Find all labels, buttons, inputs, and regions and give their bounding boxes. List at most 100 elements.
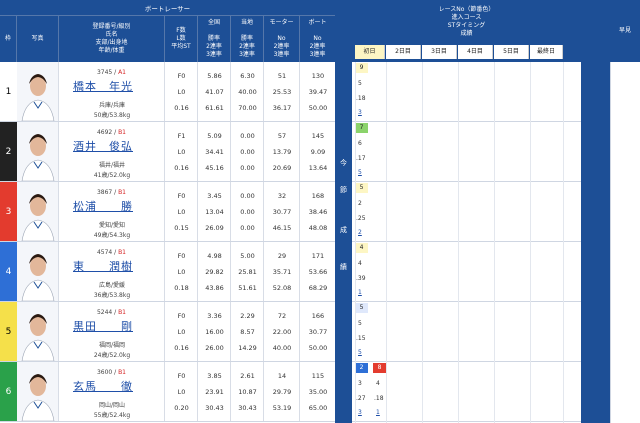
header-national: 全国 勝率 2連率 3連率 — [198, 16, 231, 62]
nat-value-1: 3.85 — [207, 372, 222, 380]
mot-stats: 51 25.53 36.17 — [264, 62, 300, 121]
racer-row: 6 3600 / B1 玄馬 徹 岡山/岡山 55歳/52.4kg F0 L0 … — [0, 362, 640, 422]
nat-value-2: 23.91 — [205, 388, 224, 396]
grid-line — [458, 62, 459, 423]
racer-id: 3745 / A1 — [96, 69, 126, 76]
racer-id: 4574 / B1 — [96, 249, 126, 256]
racer-age-weight: 36歳/53.8kg — [93, 292, 131, 299]
racer-photo[interactable] — [17, 122, 59, 181]
avg-st: 0.16 — [174, 344, 189, 352]
mot-value-1: 51 — [277, 72, 287, 80]
header-racer-sub: 登録番号/級別 氏名 支部/出身地 年齢/体重 — [59, 16, 165, 62]
st-day1: .17 — [356, 155, 366, 162]
racer-branch: 愛知/愛知 — [98, 222, 126, 229]
header-boat: ボート No 2連率 3連率 — [308, 19, 327, 58]
mot-stats: 29 35.71 52.08 — [264, 242, 300, 301]
mot-value-2: 35.71 — [272, 268, 292, 276]
mot-value-3: 20.69 — [272, 164, 292, 172]
result-day1b-link[interactable]: 1 — [376, 409, 380, 416]
mot-stats: 72 22.00 40.00 — [264, 302, 300, 361]
st-day1: .18 — [356, 95, 366, 102]
avg-st: 0.16 — [174, 164, 189, 172]
race-no-day1: 7 — [355, 123, 368, 133]
loc-value-1: 5.00 — [240, 252, 255, 260]
racer-name-link[interactable]: 松浦 勝 — [73, 198, 133, 214]
result-day1-link[interactable]: 2 — [358, 229, 362, 236]
loc-stats: 0.00 0.00 0.00 — [231, 182, 264, 241]
st-stats: F0 L0 0.16 — [165, 62, 198, 121]
racer-class: B1 — [118, 129, 126, 136]
day-4: 4日目 — [458, 45, 493, 59]
racer-name-link[interactable]: 酒井 俊弘 — [73, 138, 133, 154]
mot-value-2: 30.77 — [272, 208, 292, 216]
boat-value-3: 68.29 — [308, 284, 328, 292]
racer-class: B1 — [118, 369, 126, 376]
racer-id: 3867 / B1 — [96, 189, 126, 196]
result-day1-link[interactable]: 5 — [358, 349, 362, 356]
result-day1-link[interactable]: 1 — [358, 289, 362, 296]
boat-value-3: 50.00 — [308, 344, 328, 352]
st-stats: F1 L0 0.16 — [165, 122, 198, 181]
mot-value-3: 52.08 — [272, 284, 292, 292]
boat-value-1: 130 — [311, 72, 325, 80]
loc-value-2: 0.00 — [240, 208, 255, 216]
course-day1b: 4 — [376, 380, 380, 387]
f-count: F0 — [177, 252, 186, 260]
f-count: F0 — [177, 312, 186, 320]
result-day1-link[interactable]: 3 — [358, 109, 362, 116]
st-day1: .39 — [356, 275, 366, 282]
nat-value-2: 13.04 — [205, 208, 224, 216]
racer-name-link[interactable]: 橋本 年光 — [73, 78, 133, 94]
result-day1-link[interactable]: 3 — [358, 409, 362, 416]
racer-name-link[interactable]: 玄馬 徹 — [73, 378, 133, 394]
grid-line — [355, 62, 356, 423]
l-count: L0 — [177, 148, 186, 156]
racer-avatar-icon — [17, 182, 58, 241]
grid-line — [563, 62, 564, 423]
racer-branch: 岡山/岡山 — [98, 402, 126, 409]
racer-class: B1 — [118, 249, 126, 256]
result-day1-link[interactable]: 5 — [358, 169, 362, 176]
boat-value-2: 9.09 — [310, 148, 326, 156]
loc-value-2: 25.81 — [238, 268, 257, 276]
racer-photo[interactable] — [17, 182, 59, 241]
boat-value-3: 48.08 — [308, 224, 328, 232]
day-1: 初日 — [355, 45, 385, 59]
f-count: F0 — [177, 192, 186, 200]
boat-value-3: 65.00 — [308, 404, 328, 412]
loc-value-3: 14.29 — [238, 344, 257, 352]
waku-number: 5 — [0, 302, 17, 361]
racer-class: B1 — [118, 189, 126, 196]
racer-photo[interactable] — [17, 302, 59, 361]
kon-setsu-label-4: 績 — [340, 263, 347, 271]
racer-photo[interactable] — [17, 362, 59, 421]
race-no-day1: 5 — [355, 183, 368, 193]
header-racer-title: ボートレーサー — [0, 0, 335, 16]
loc-value-3: 51.61 — [238, 284, 257, 292]
loc-value-3: 0.00 — [240, 224, 255, 232]
racer-age-weight: 50歳/53.8kg — [93, 112, 131, 119]
racer-name-link[interactable]: 黒田 剛 — [73, 318, 133, 334]
nat-stats: 5.86 41.07 61.61 — [198, 62, 231, 121]
race-no-day1b: 8 — [373, 363, 386, 373]
nat-value-3: 61.61 — [205, 104, 224, 112]
nat-value-1: 3.36 — [207, 312, 222, 320]
grid-line — [494, 62, 495, 423]
loc-value-1: 0.00 — [240, 132, 255, 140]
racer-photo[interactable] — [17, 62, 59, 121]
mot-stats: 14 29.79 53.19 — [264, 362, 300, 421]
racer-info: 4692 / B1 酒井 俊弘 福井/福井 41歳/52.0kg — [59, 122, 165, 181]
boat-value-1: 115 — [311, 372, 325, 380]
racer-name-link[interactable]: 東 潤樹 — [73, 258, 133, 274]
racer-photo[interactable] — [17, 242, 59, 301]
nat-value-1: 4.98 — [207, 252, 222, 260]
boat-value-2: 35.00 — [308, 388, 328, 396]
racer-id: 5244 / B1 — [96, 309, 126, 316]
loc-value-1: 0.00 — [240, 192, 255, 200]
racer-avatar-icon — [17, 362, 58, 421]
loc-value-1: 2.29 — [240, 312, 255, 320]
racer-row: 3 3867 / B1 松浦 勝 愛知/愛知 49歳/54.3kg F0 L0 … — [0, 182, 640, 242]
kon-setsu-bar — [335, 0, 352, 423]
mot-value-3: 36.17 — [272, 104, 292, 112]
loc-value-3: 70.00 — [238, 104, 257, 112]
